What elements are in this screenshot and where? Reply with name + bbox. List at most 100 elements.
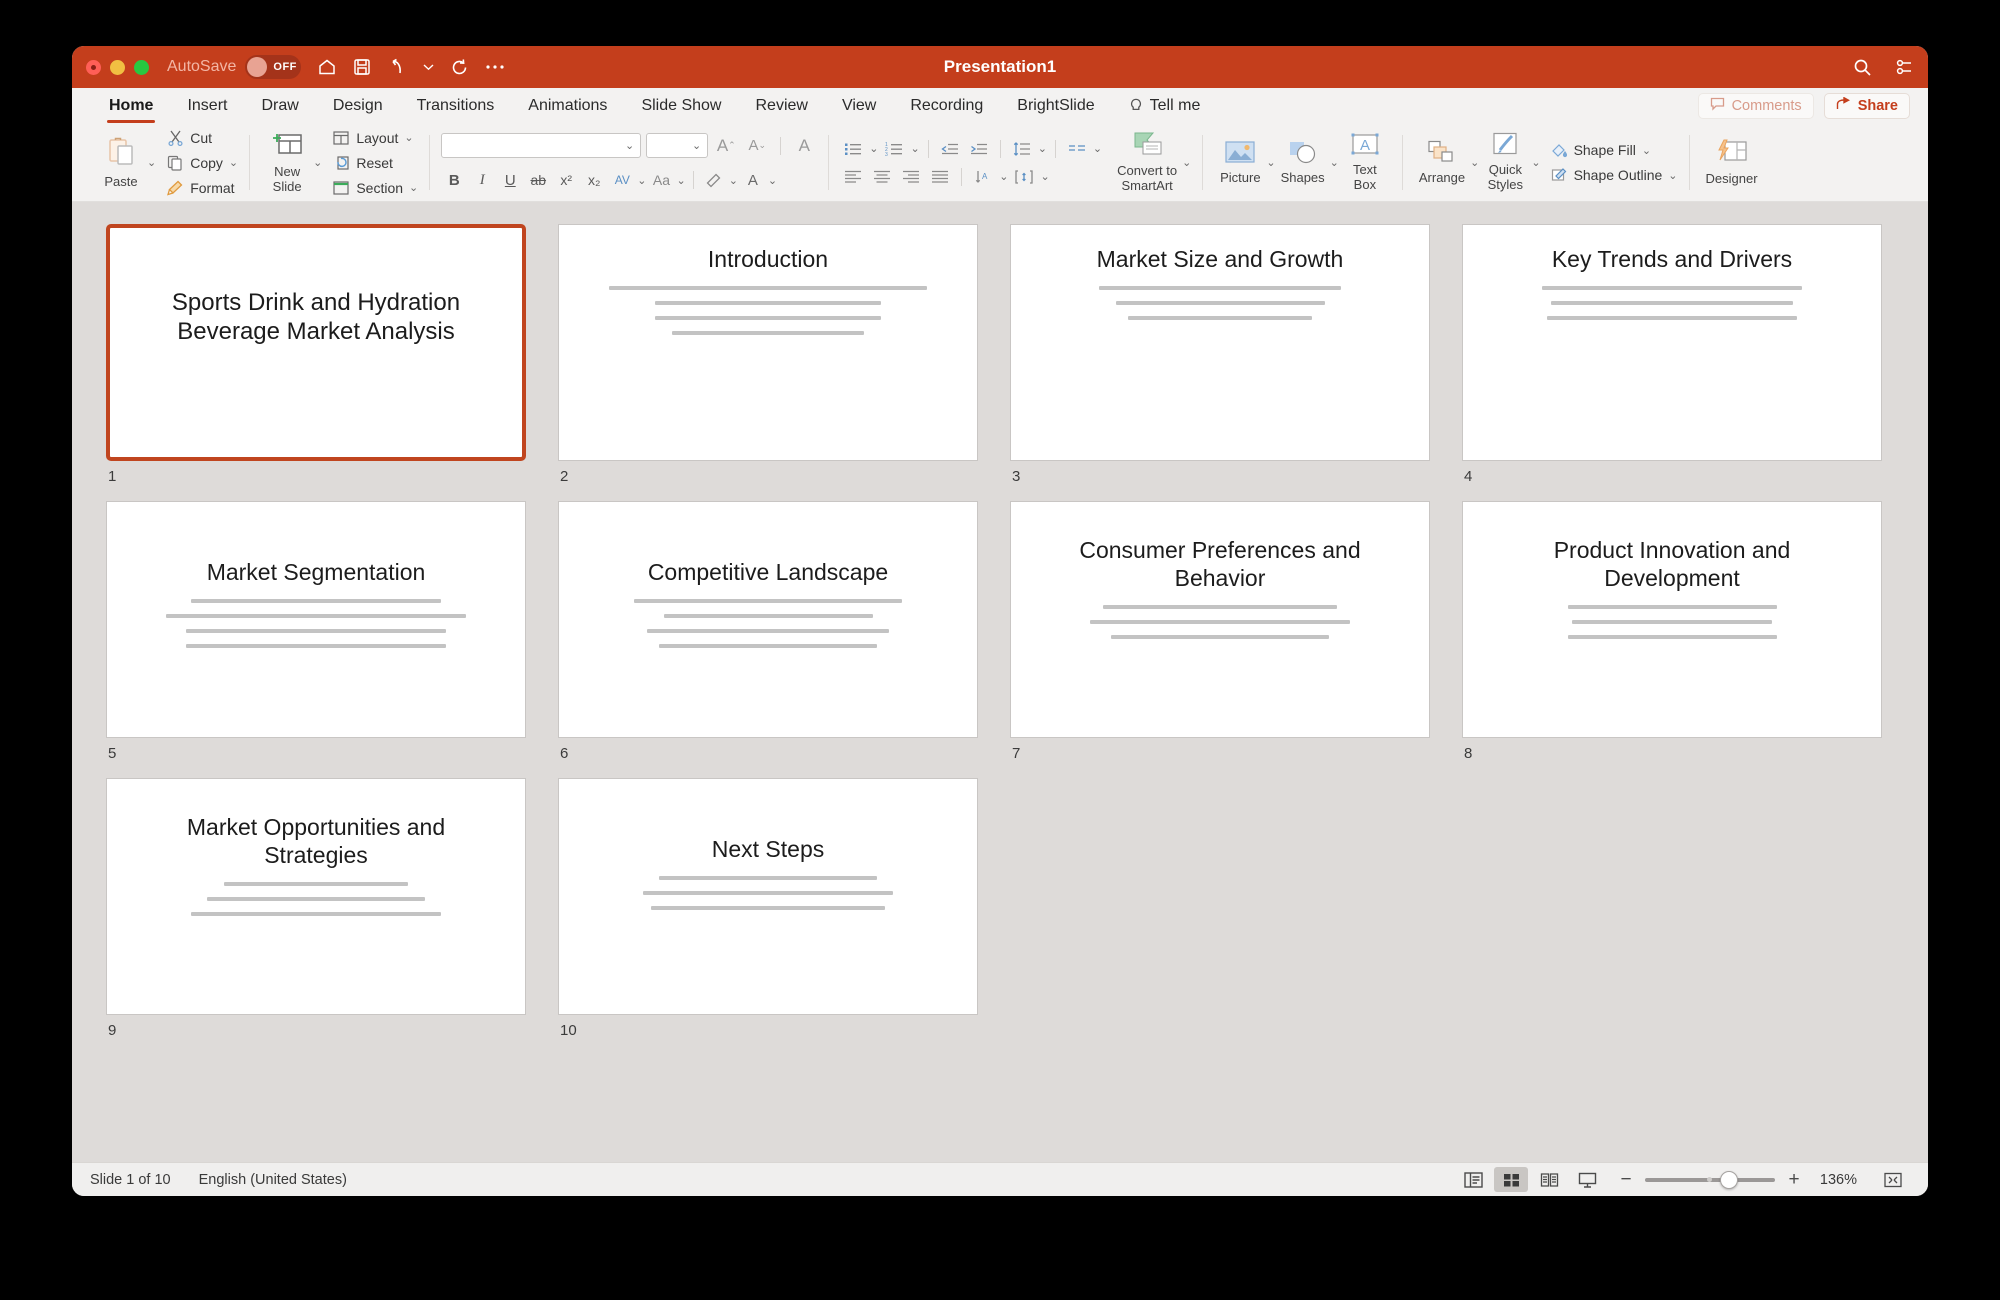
language-label[interactable]: English (United States) <box>199 1172 347 1188</box>
tab-slide-show[interactable]: Slide Show <box>624 88 738 124</box>
new-slide-dropdown-icon[interactable]: ⌄ <box>313 156 322 169</box>
convert-to-smartart-button[interactable]: Convert to SmartArt <box>1112 131 1182 194</box>
highlight-dropdown-icon[interactable]: ⌄ <box>729 174 738 187</box>
font-size-input[interactable]: ⌄ <box>646 133 709 158</box>
zoom-in-button[interactable]: + <box>1786 1169 1802 1191</box>
format-painter-button[interactable]: Format <box>166 177 238 198</box>
font-color-button[interactable]: A <box>740 168 766 192</box>
font-name-input[interactable]: ⌄ <box>441 133 642 158</box>
arrange-dropdown-icon[interactable]: ⌄ <box>1470 156 1479 169</box>
smartart-dropdown-icon[interactable]: ⌄ <box>1182 156 1191 169</box>
slide-thumbnail-5[interactable]: Market Segmentation <box>106 501 526 738</box>
section-dropdown-icon[interactable]: ⌄ <box>409 181 418 194</box>
zoom-level-label[interactable]: 136% <box>1813 1172 1857 1188</box>
columns-dropdown-icon[interactable]: ⌄ <box>1093 142 1102 155</box>
tab-draw[interactable]: Draw <box>244 88 315 124</box>
copy-dropdown-icon[interactable]: ⌄ <box>229 156 238 169</box>
tab-view[interactable]: View <box>825 88 893 124</box>
layout-dropdown-icon[interactable]: ⌄ <box>404 131 413 144</box>
quick-styles-button[interactable]: Quick Styles <box>1479 132 1531 193</box>
bullets-icon[interactable] <box>840 137 866 160</box>
save-icon[interactable] <box>353 58 371 76</box>
slide-thumbnail-4[interactable]: Key Trends and Drivers <box>1462 224 1882 461</box>
maximize-button[interactable] <box>134 59 149 75</box>
normal-view-button[interactable] <box>1456 1167 1490 1192</box>
slide-sorter-canvas[interactable]: Sports Drink and Hydration Beverage Mark… <box>72 202 1928 1162</box>
subscript-button[interactable]: x₂ <box>581 168 607 192</box>
autosave-control[interactable]: AutoSave OFF <box>167 55 302 79</box>
home-icon[interactable] <box>317 57 337 77</box>
align-text-dropdown-icon[interactable]: ⌄ <box>1040 170 1049 183</box>
text-direction-icon[interactable]: A <box>970 165 996 188</box>
undo-icon[interactable] <box>387 58 407 76</box>
close-button[interactable] <box>86 59 101 75</box>
layout-button[interactable]: Layout ⌄ <box>332 127 418 148</box>
fit-to-window-button[interactable] <box>1876 1167 1910 1192</box>
tab-design[interactable]: Design <box>316 88 400 124</box>
paste-dropdown-icon[interactable]: ⌄ <box>147 156 156 169</box>
zoom-slider-handle[interactable] <box>1720 1170 1739 1189</box>
slide-thumbnail-8[interactable]: Product Innovation and Development <box>1462 501 1882 738</box>
shapes-dropdown-icon[interactable]: ⌄ <box>1330 156 1339 169</box>
tab-insert[interactable]: Insert <box>170 88 244 124</box>
designer-button[interactable]: Designer <box>1701 139 1763 187</box>
quick-styles-dropdown-icon[interactable]: ⌄ <box>1531 156 1540 169</box>
slide-thumbnail-10[interactable]: Next Steps <box>558 778 978 1015</box>
undo-dropdown-icon[interactable] <box>423 63 434 71</box>
slide-thumbnail-7[interactable]: Consumer Preferences and Behavior <box>1010 501 1430 738</box>
bold-button[interactable]: B <box>441 168 467 192</box>
superscript-button[interactable]: x² <box>553 168 579 192</box>
new-slide-button[interactable]: New Slide <box>261 130 313 195</box>
increase-indent-icon[interactable] <box>966 137 992 160</box>
font-color-dropdown-icon[interactable]: ⌄ <box>768 174 777 187</box>
grow-font-button[interactable]: A ⌃ <box>713 134 739 158</box>
slide-thumbnail-3[interactable]: Market Size and Growth <box>1010 224 1430 461</box>
line-spacing-dropdown-icon[interactable]: ⌄ <box>1038 142 1047 155</box>
zoom-slider[interactable] <box>1645 1170 1775 1189</box>
slide-thumbnail-6[interactable]: Competitive Landscape <box>558 501 978 738</box>
chevron-down-icon[interactable]: ⌄ <box>692 139 701 152</box>
section-button[interactable]: Section ⌄ <box>332 177 418 198</box>
tab-transitions[interactable]: Transitions <box>400 88 512 124</box>
italic-button[interactable]: I <box>469 168 495 192</box>
text-box-button[interactable]: A Text Box <box>1339 132 1391 193</box>
zoom-out-button[interactable]: − <box>1618 1169 1634 1191</box>
strikethrough-button[interactable]: ab <box>525 168 551 192</box>
chevron-down-icon[interactable]: ⌄ <box>625 139 634 152</box>
tab-animations[interactable]: Animations <box>511 88 624 124</box>
slide-sorter-view-button[interactable] <box>1494 1167 1528 1192</box>
tab-brightslide[interactable]: BrightSlide <box>1000 88 1111 124</box>
picture-dropdown-icon[interactable]: ⌄ <box>1266 156 1275 169</box>
line-spacing-icon[interactable] <box>1009 137 1035 160</box>
align-text-icon[interactable] <box>1011 165 1037 188</box>
text-highlight-button[interactable] <box>701 168 727 192</box>
reset-button[interactable]: Reset <box>332 152 418 173</box>
tab-tell-me[interactable]: Tell me <box>1112 88 1218 124</box>
align-center-icon[interactable] <box>869 165 895 188</box>
decrease-indent-icon[interactable] <box>937 137 963 160</box>
comments-button[interactable]: Comments <box>1697 93 1814 119</box>
shape-fill-dropdown-icon[interactable]: ⌄ <box>1642 144 1651 157</box>
text-direction-dropdown-icon[interactable]: ⌄ <box>999 170 1008 183</box>
minimize-button[interactable] <box>110 59 125 75</box>
arrange-button[interactable]: Arrange <box>1414 140 1470 186</box>
paste-button[interactable]: Paste <box>95 136 147 190</box>
shrink-font-button[interactable]: A ⌄ <box>744 134 770 158</box>
redo-icon[interactable] <box>450 58 469 77</box>
copy-button[interactable]: Copy ⌄ <box>166 152 238 173</box>
picture-button[interactable]: Picture <box>1214 140 1266 186</box>
character-spacing-dropdown-icon[interactable]: ⌄ <box>637 174 646 187</box>
bullets-dropdown-icon[interactable]: ⌄ <box>869 142 878 155</box>
change-case-button[interactable]: Aa <box>648 168 674 192</box>
clear-formatting-button[interactable]: A <box>791 134 817 158</box>
tab-recording[interactable]: Recording <box>893 88 1000 124</box>
autosave-toggle[interactable]: OFF <box>245 55 302 79</box>
share-button[interactable]: Share <box>1823 93 1910 119</box>
align-right-icon[interactable] <box>898 165 924 188</box>
slide-show-button[interactable] <box>1570 1167 1604 1192</box>
cut-button[interactable]: Cut <box>166 127 238 148</box>
slide-thumbnail-1[interactable]: Sports Drink and Hydration Beverage Mark… <box>106 224 526 461</box>
tab-review[interactable]: Review <box>738 88 824 124</box>
shapes-button[interactable]: Shapes <box>1276 140 1330 186</box>
justify-icon[interactable] <box>927 165 953 188</box>
